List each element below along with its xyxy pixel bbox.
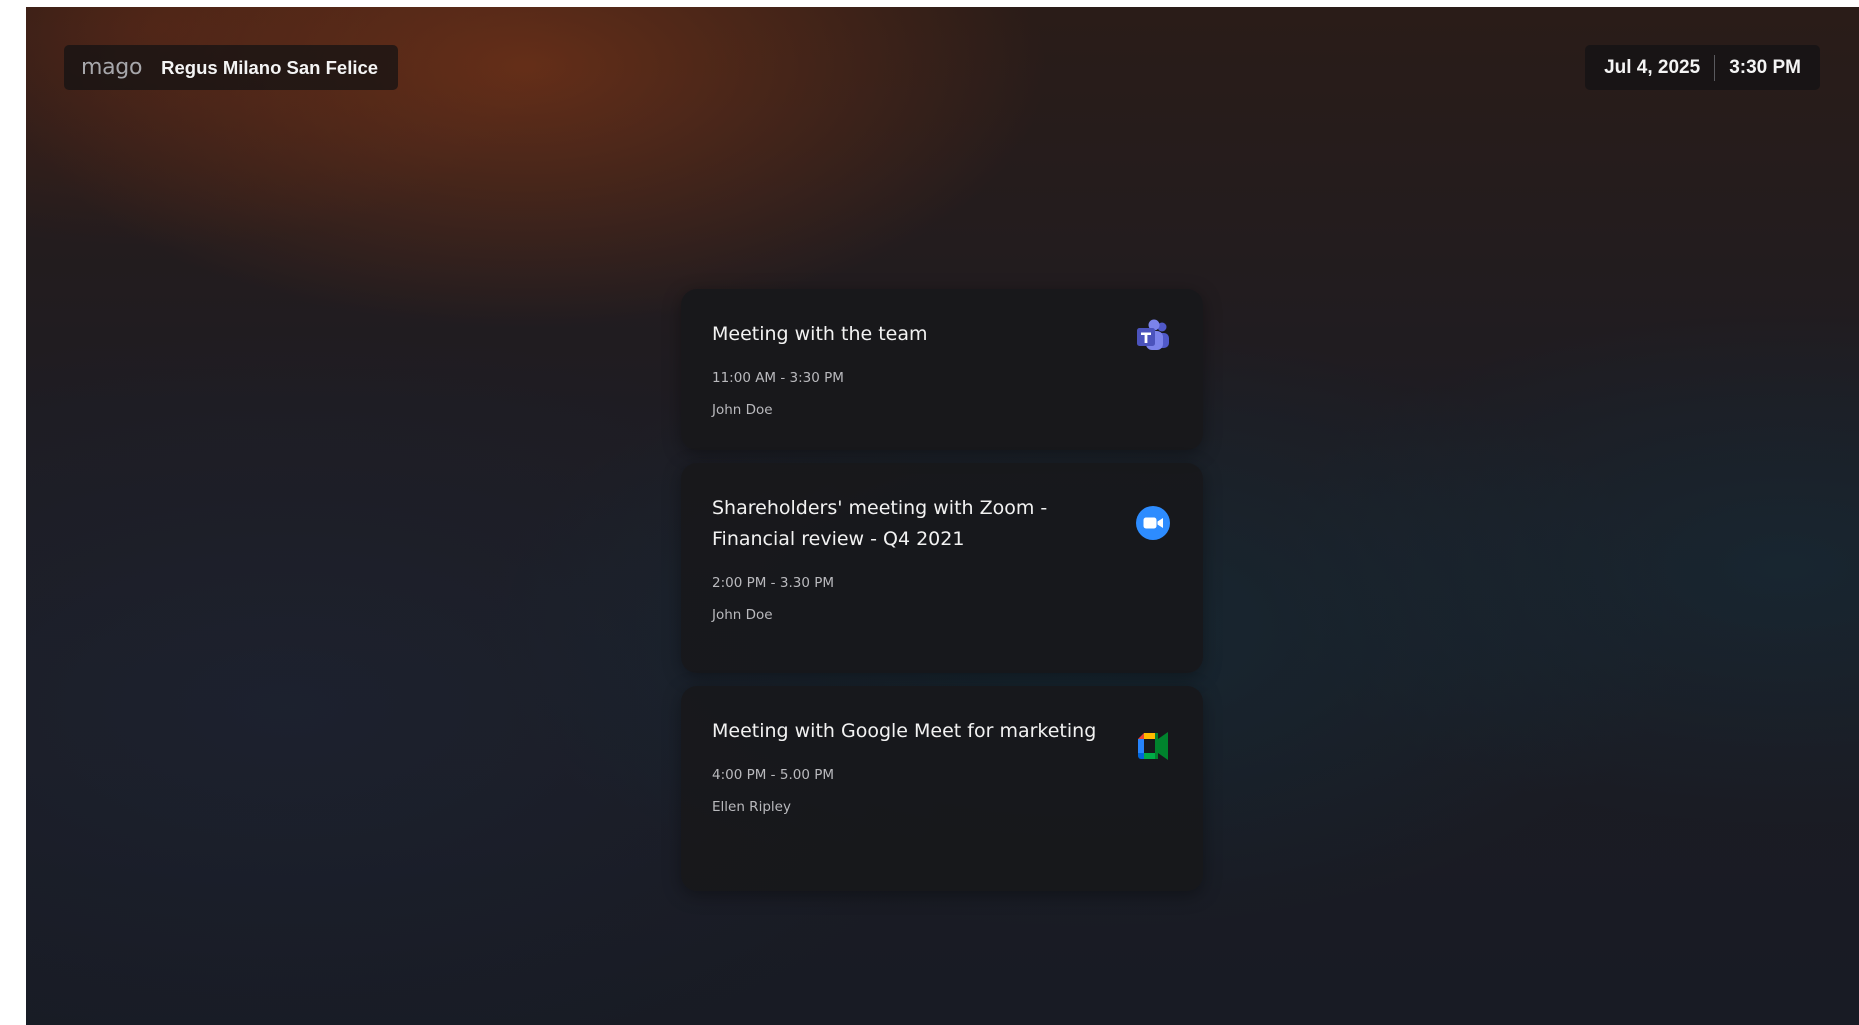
meeting-card[interactable]: Meeting with the team 11:00 AM - 3:30 PM…	[681, 289, 1203, 450]
meeting-list: Meeting with the team 11:00 AM - 3:30 PM…	[681, 289, 1203, 904]
room-display-screen: mago Regus Milano San Felice Jul 4, 2025…	[26, 7, 1859, 1025]
date-time-divider	[1714, 54, 1716, 81]
meeting-title: Meeting with the team	[712, 323, 928, 345]
meeting-time: 2:00 PM - 3.30 PM	[712, 575, 834, 591]
meeting-card[interactable]: Meeting with Google Meet for marketing 4…	[681, 686, 1203, 891]
date-time-display: Jul 4, 2025 3:30 PM	[1585, 45, 1820, 90]
google-meet-icon	[1138, 732, 1168, 760]
room-location: Regus Milano San Felice	[161, 56, 379, 78]
microsoft-teams-icon	[1137, 319, 1169, 350]
meeting-organizer: John Doe	[712, 402, 773, 418]
meeting-organizer: John Doe	[712, 607, 773, 623]
meeting-title: Shareholders' meeting with Zoom - Financ…	[712, 497, 1048, 550]
meeting-card[interactable]: Shareholders' meeting with Zoom - Financ…	[681, 463, 1203, 673]
meeting-time: 11:00 AM - 3:30 PM	[712, 370, 844, 386]
mago-logo: mago	[81, 55, 143, 80]
current-time: 3:30 PM	[1729, 56, 1801, 78]
meeting-organizer: Ellen Ripley	[712, 799, 791, 815]
room-header: mago Regus Milano San Felice	[64, 45, 399, 90]
meeting-time: 4:00 PM - 5.00 PM	[712, 767, 834, 783]
current-date: Jul 4, 2025	[1604, 56, 1701, 78]
zoom-icon	[1136, 506, 1170, 540]
meeting-title: Meeting with Google Meet for marketing	[712, 720, 1097, 742]
